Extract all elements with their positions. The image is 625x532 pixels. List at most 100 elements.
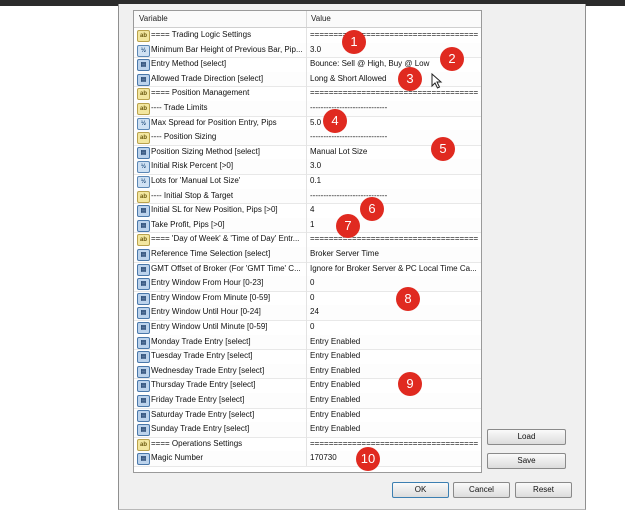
enum-type-icon: ▤ [137, 292, 150, 305]
variable-name: GMT Offset of Broker (For 'GMT Time' C..… [151, 263, 301, 273]
grid-row[interactable]: ▤ Position Sizing Method [select] Manual L… [134, 144, 481, 161]
variable-value[interactable]: 170730 [310, 453, 478, 462]
variable-value[interactable]: Entry Enabled [310, 424, 478, 433]
variable-name: ==== Trading Logic Settings [151, 30, 252, 39]
variable-name: Initial Risk Percent [>0] [151, 161, 234, 171]
enum-type-icon: ▤ [137, 395, 150, 407]
column-separator [306, 232, 307, 248]
grid-row[interactable]: ▤ Monday Trade Entry [select] Entry Enable… [134, 334, 481, 351]
string-type-icon: ab [137, 30, 150, 42]
grid-row[interactable]: ▤ Initial SL for New Position, Pips [>0] 4 [134, 203, 481, 219]
variable-value[interactable]: ========================================… [310, 439, 478, 448]
enum-type-icon: ▤ [137, 219, 150, 232]
load-button[interactable]: Load [487, 429, 566, 445]
variable-name: ==== 'Day of Week' & 'Time of Day' Entr.… [151, 234, 300, 244]
value-column-header[interactable]: Value [311, 14, 331, 23]
grid-row[interactable]: ▤ Friday Trade Entry [select] Entry Enable… [134, 393, 481, 409]
double-type-icon: ½ [137, 44, 150, 57]
grid-row[interactable]: ab ---- Position Sizing ------------------… [134, 130, 481, 146]
grid-row[interactable]: ▤ Take Profit, Pips [>0] 1 [134, 217, 481, 234]
grid-row[interactable]: ▤ Allowed Trade Direction [select] Long & … [134, 71, 481, 88]
enum-type-icon: ▤ [137, 380, 150, 393]
variable-name: Max Spread for Position Entry, Pips [151, 117, 277, 127]
variable-value[interactable]: 4 [310, 205, 478, 214]
grid-row[interactable]: ▤ Entry Window From Minute [0-59] 0 [134, 290, 481, 307]
column-separator [306, 378, 307, 394]
grid-row[interactable]: ▤ Entry Method [select] Bounce: Sell @ Hig… [134, 57, 481, 73]
grid-row[interactable]: ▤ Saturday Trade Entry [select] Entry Enab… [134, 407, 481, 424]
variable-column-header[interactable]: Variable [139, 14, 168, 23]
variable-value[interactable]: 24 [310, 307, 478, 316]
column-separator [306, 451, 307, 467]
variable-value[interactable]: Ignore for Broker Server & PC Local Time… [310, 264, 478, 273]
grid-row[interactable]: ab ==== Trading Logic Settings ===========… [134, 28, 481, 44]
enum-type-icon: ▤ [137, 205, 150, 218]
enum-type-icon: ▤ [137, 278, 150, 291]
string-type-icon: ab [137, 132, 150, 145]
column-separator [306, 422, 307, 438]
grid-row[interactable]: ▤ Wednesday Trade Entry [select] Entry Ena… [134, 363, 481, 380]
variable-value[interactable]: Long & Short Allowed [310, 74, 478, 83]
column-separator [306, 334, 307, 350]
enum-type-icon: ▤ [137, 424, 150, 437]
grid-row[interactable]: ½ Initial Risk Percent [>0] 3.0 [134, 159, 481, 175]
variable-value[interactable]: Entry Enabled [310, 366, 478, 375]
cancel-button[interactable]: Cancel [453, 482, 510, 498]
variable-name: Magic Number [151, 453, 204, 463]
grid-row[interactable]: ab ==== 'Day of Week' & 'Time of Day' Ent… [134, 232, 481, 248]
grid-row[interactable]: ½ Minimum Bar Height of Previous Bar, Pip… [134, 42, 481, 59]
grid-row[interactable]: ▤ GMT Offset of Broker (For 'GMT Time' C.… [134, 261, 481, 278]
variable-value[interactable]: ========================================… [310, 234, 478, 243]
variable-value[interactable]: Entry Enabled [310, 351, 478, 360]
variable-name: Take Profit, Pips [>0] [151, 219, 225, 229]
annotation-badge: 4 [323, 109, 347, 133]
grid-row[interactable]: ab ---- Initial Stop & Target ------------… [134, 188, 481, 205]
variable-value[interactable]: 3.0 [310, 161, 478, 170]
mouse-cursor-icon [431, 73, 443, 89]
column-separator [306, 101, 307, 116]
grid-row[interactable]: ▤ Magic Number 170730 [134, 451, 481, 467]
reset-button[interactable]: Reset [515, 482, 572, 498]
grid-row[interactable]: ▤ Entry Window Until Hour [0-24] 24 [134, 305, 481, 321]
annotation-badge: 8 [396, 287, 420, 311]
variable-value[interactable]: 0 [310, 322, 478, 331]
variable-value[interactable]: Broker Server Time [310, 249, 478, 258]
grid-row[interactable]: ▤ Tuesday Trade Entry [select] Entry Enabl… [134, 349, 481, 365]
grid-row[interactable]: ▤ Reference Time Selection [select] Broker… [134, 247, 481, 263]
variable-value[interactable]: ========================================… [310, 88, 478, 97]
enum-type-icon: ▤ [137, 307, 150, 320]
column-separator [306, 305, 307, 321]
ok-button[interactable]: OK [392, 482, 449, 498]
save-button[interactable]: Save [487, 453, 566, 469]
variable-value[interactable]: 0 [310, 278, 478, 287]
grid-row[interactable]: ½ Max Spread for Position Entry, Pips 5.0 [134, 115, 481, 132]
variable-value[interactable]: ----------------------------- [310, 191, 478, 200]
variable-value[interactable]: Entry Enabled [310, 380, 478, 389]
grid-row[interactable]: ½ Lots for 'Manual Lot Size' 0.1 [134, 174, 481, 190]
grid-row[interactable]: ▤ Sunday Trade Entry [select] Entry Enable… [134, 422, 481, 438]
variable-value[interactable]: 0.1 [310, 176, 478, 185]
string-type-icon: ab [137, 103, 150, 115]
enum-type-icon: ▤ [137, 409, 150, 422]
grid-row[interactable]: ab ---- Trade Limits ---------------------… [134, 101, 481, 117]
grid-row[interactable]: ▤ Thursday Trade Entry [select] Entry Enab… [134, 378, 481, 394]
grid-row[interactable]: ▤ Entry Window Until Minute [0-59] 0 [134, 320, 481, 336]
variable-value[interactable]: ========================================… [310, 30, 478, 39]
variable-value[interactable]: ----------------------------- [310, 132, 478, 141]
grid-row[interactable]: ab ==== Operations Settings ==============… [134, 436, 481, 453]
variable-name: ==== Position Management [151, 88, 250, 98]
variable-value[interactable]: 0 [310, 293, 478, 302]
variable-name: Initial SL for New Position, Pips [>0] [151, 205, 278, 215]
column-separator [306, 174, 307, 189]
variable-name: Entry Window Until Hour [0-24] [151, 307, 261, 317]
variable-value[interactable]: Entry Enabled [310, 337, 478, 346]
grid-row[interactable]: ab ==== Position Management ==============… [134, 86, 481, 102]
column-separator [306, 393, 307, 408]
variable-value[interactable]: Entry Enabled [310, 395, 478, 404]
column-separator [306, 42, 307, 58]
grid-row[interactable]: ▤ Entry Window From Hour [0-23] 0 [134, 276, 481, 292]
variable-name: Saturday Trade Entry [select] [151, 409, 255, 419]
enum-type-icon: ▤ [137, 146, 150, 159]
variable-value[interactable]: Entry Enabled [310, 410, 478, 419]
column-separator [306, 57, 307, 73]
